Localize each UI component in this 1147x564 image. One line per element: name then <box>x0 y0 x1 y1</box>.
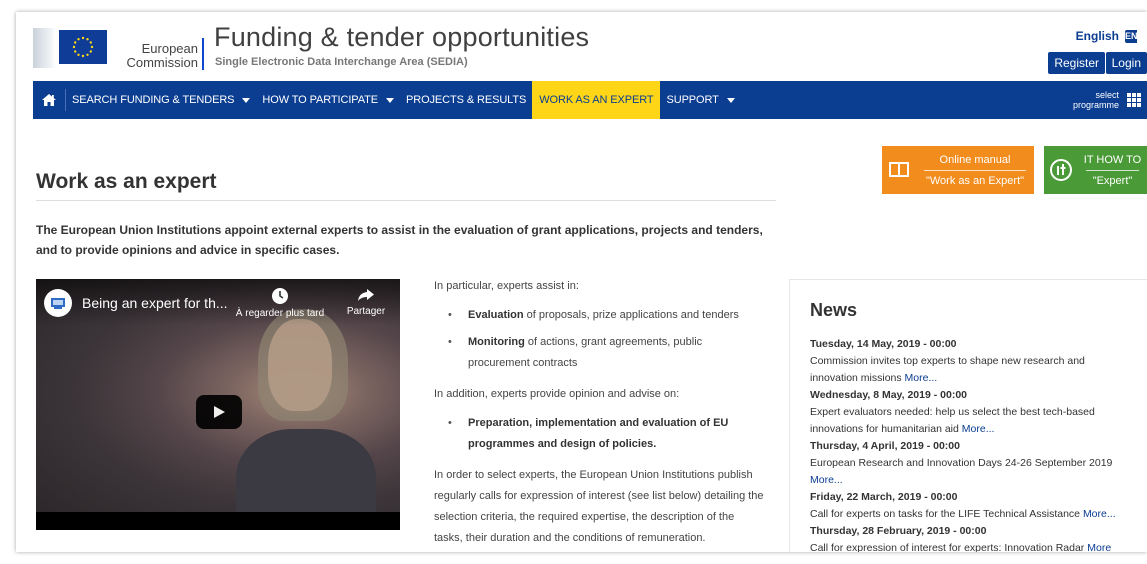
clock-icon <box>272 288 288 304</box>
news-more-link[interactable]: More... <box>1083 508 1116 520</box>
advise-intro: In addition, experts provide opinion and… <box>434 388 680 400</box>
it-badge-icon <box>1044 158 1078 182</box>
selection-paragraph: In order to select experts, the European… <box>434 469 764 544</box>
assist-list: • Evaluation of proposals, prize applicat… <box>434 305 764 374</box>
chevron-down-icon <box>242 97 251 103</box>
nav-support[interactable]: SUPPORT <box>660 81 740 119</box>
channel-avatar[interactable] <box>44 289 72 317</box>
news-date: Thursday, 4 April, 2019 - 00:00 <box>810 440 960 452</box>
video-player[interactable]: Being an expert for th... À regarder plu… <box>36 279 400 530</box>
language-selector[interactable]: English EN <box>1075 29 1138 43</box>
news-date: Friday, 22 March, 2019 - 00:00 <box>810 491 958 503</box>
chevron-down-icon <box>385 97 394 103</box>
share-arrow-icon <box>358 289 374 301</box>
ec-wordmark: European Commission <box>126 41 198 70</box>
apps-grid-icon <box>1127 93 1141 107</box>
list-item: • Monitoring of actions, grant agreements… <box>448 336 703 369</box>
news-more-link[interactable]: More... <box>962 423 995 435</box>
it-how-to-button[interactable]: IT HOW TO "Expert" <box>1044 146 1147 194</box>
news-more-link[interactable]: More... <box>905 372 938 384</box>
news-item: Friday, 22 March, 2019 - 00:00 Call for … <box>810 489 1130 523</box>
news-item: Thursday, 28 February, 2019 - 00:00 Call… <box>810 523 1130 552</box>
chevron-down-icon <box>726 97 735 103</box>
play-icon <box>214 406 225 418</box>
share-button[interactable]: Partager <box>336 287 396 317</box>
main-nav: SEARCH FUNDING & TENDERS HOW TO PARTICIP… <box>33 81 1147 119</box>
news-item: Wednesday, 8 May, 2019 - 00:00 Expert ev… <box>810 387 1130 438</box>
news-item: Tuesday, 14 May, 2019 - 00:00 Commission… <box>810 336 1130 387</box>
news-more-link[interactable]: More <box>1087 542 1111 552</box>
page-title: Work as an expert <box>36 170 217 193</box>
online-manual-button[interactable]: Online manual "Work as an Expert" <box>882 146 1034 194</box>
ec-flag-logo[interactable] <box>33 22 109 72</box>
register-button[interactable]: Register <box>1048 52 1105 74</box>
site-title[interactable]: Funding & tender opportunities <box>214 22 589 53</box>
news-date: Thursday, 28 February, 2019 - 00:00 <box>810 525 987 537</box>
news-item: Thursday, 4 April, 2019 - 00:00 European… <box>810 438 1130 489</box>
nav-search-funding-tenders[interactable]: SEARCH FUNDING & TENDERS <box>66 81 256 119</box>
header-separator <box>202 38 204 70</box>
select-programme-label: select programme <box>1072 90 1119 110</box>
eu-flag-icon <box>59 30 107 64</box>
site-subtitle: Single Electronic Data Interchange Area … <box>215 56 468 68</box>
login-button[interactable]: Login <box>1105 52 1147 74</box>
news-more-link[interactable]: More... <box>810 474 843 486</box>
language-code-badge: EN <box>1125 29 1138 43</box>
news-list: Tuesday, 14 May, 2019 - 00:00 Commission… <box>810 336 1130 552</box>
select-programme-button[interactable]: select programme <box>1073 81 1147 119</box>
video-control-bar <box>36 512 400 530</box>
home-nav-button[interactable] <box>33 81 65 119</box>
title-divider <box>36 200 776 201</box>
news-date: Wednesday, 8 May, 2019 - 00:00 <box>810 389 967 401</box>
video-title[interactable]: Being an expert for th... <box>82 295 228 311</box>
language-label: English <box>1075 29 1119 43</box>
book-icon <box>882 161 916 179</box>
list-item: • Preparation, implementation and evaluat… <box>448 417 729 450</box>
assist-intro: In particular, experts assist in: <box>434 280 579 292</box>
home-icon <box>42 94 56 106</box>
list-item: • Evaluation of proposals, prize applicat… <box>448 309 739 321</box>
advise-list: • Preparation, implementation and evaluat… <box>434 413 764 455</box>
site-header: European Commission Funding & tender opp… <box>16 12 1147 80</box>
play-button[interactable] <box>196 395 242 429</box>
news-panel: News Tuesday, 14 May, 2019 - 00:00 Commi… <box>789 279 1147 552</box>
experts-description: In particular, experts assist in: • Evalu… <box>434 276 764 552</box>
nav-projects-results[interactable]: PROJECTS & RESULTS <box>400 81 532 119</box>
browser-page: European Commission Funding & tender opp… <box>16 12 1147 552</box>
watch-later-button[interactable]: À regarder plus tard <box>232 287 328 319</box>
news-title: News <box>810 300 858 320</box>
nav-work-as-an-expert[interactable]: WORK AS AN EXPERT <box>532 81 661 119</box>
intro-paragraph: The European Union Institutions appoint … <box>36 223 763 257</box>
news-date: Tuesday, 14 May, 2019 - 00:00 <box>810 338 957 350</box>
nav-how-to-participate[interactable]: HOW TO PARTICIPATE <box>256 81 400 119</box>
